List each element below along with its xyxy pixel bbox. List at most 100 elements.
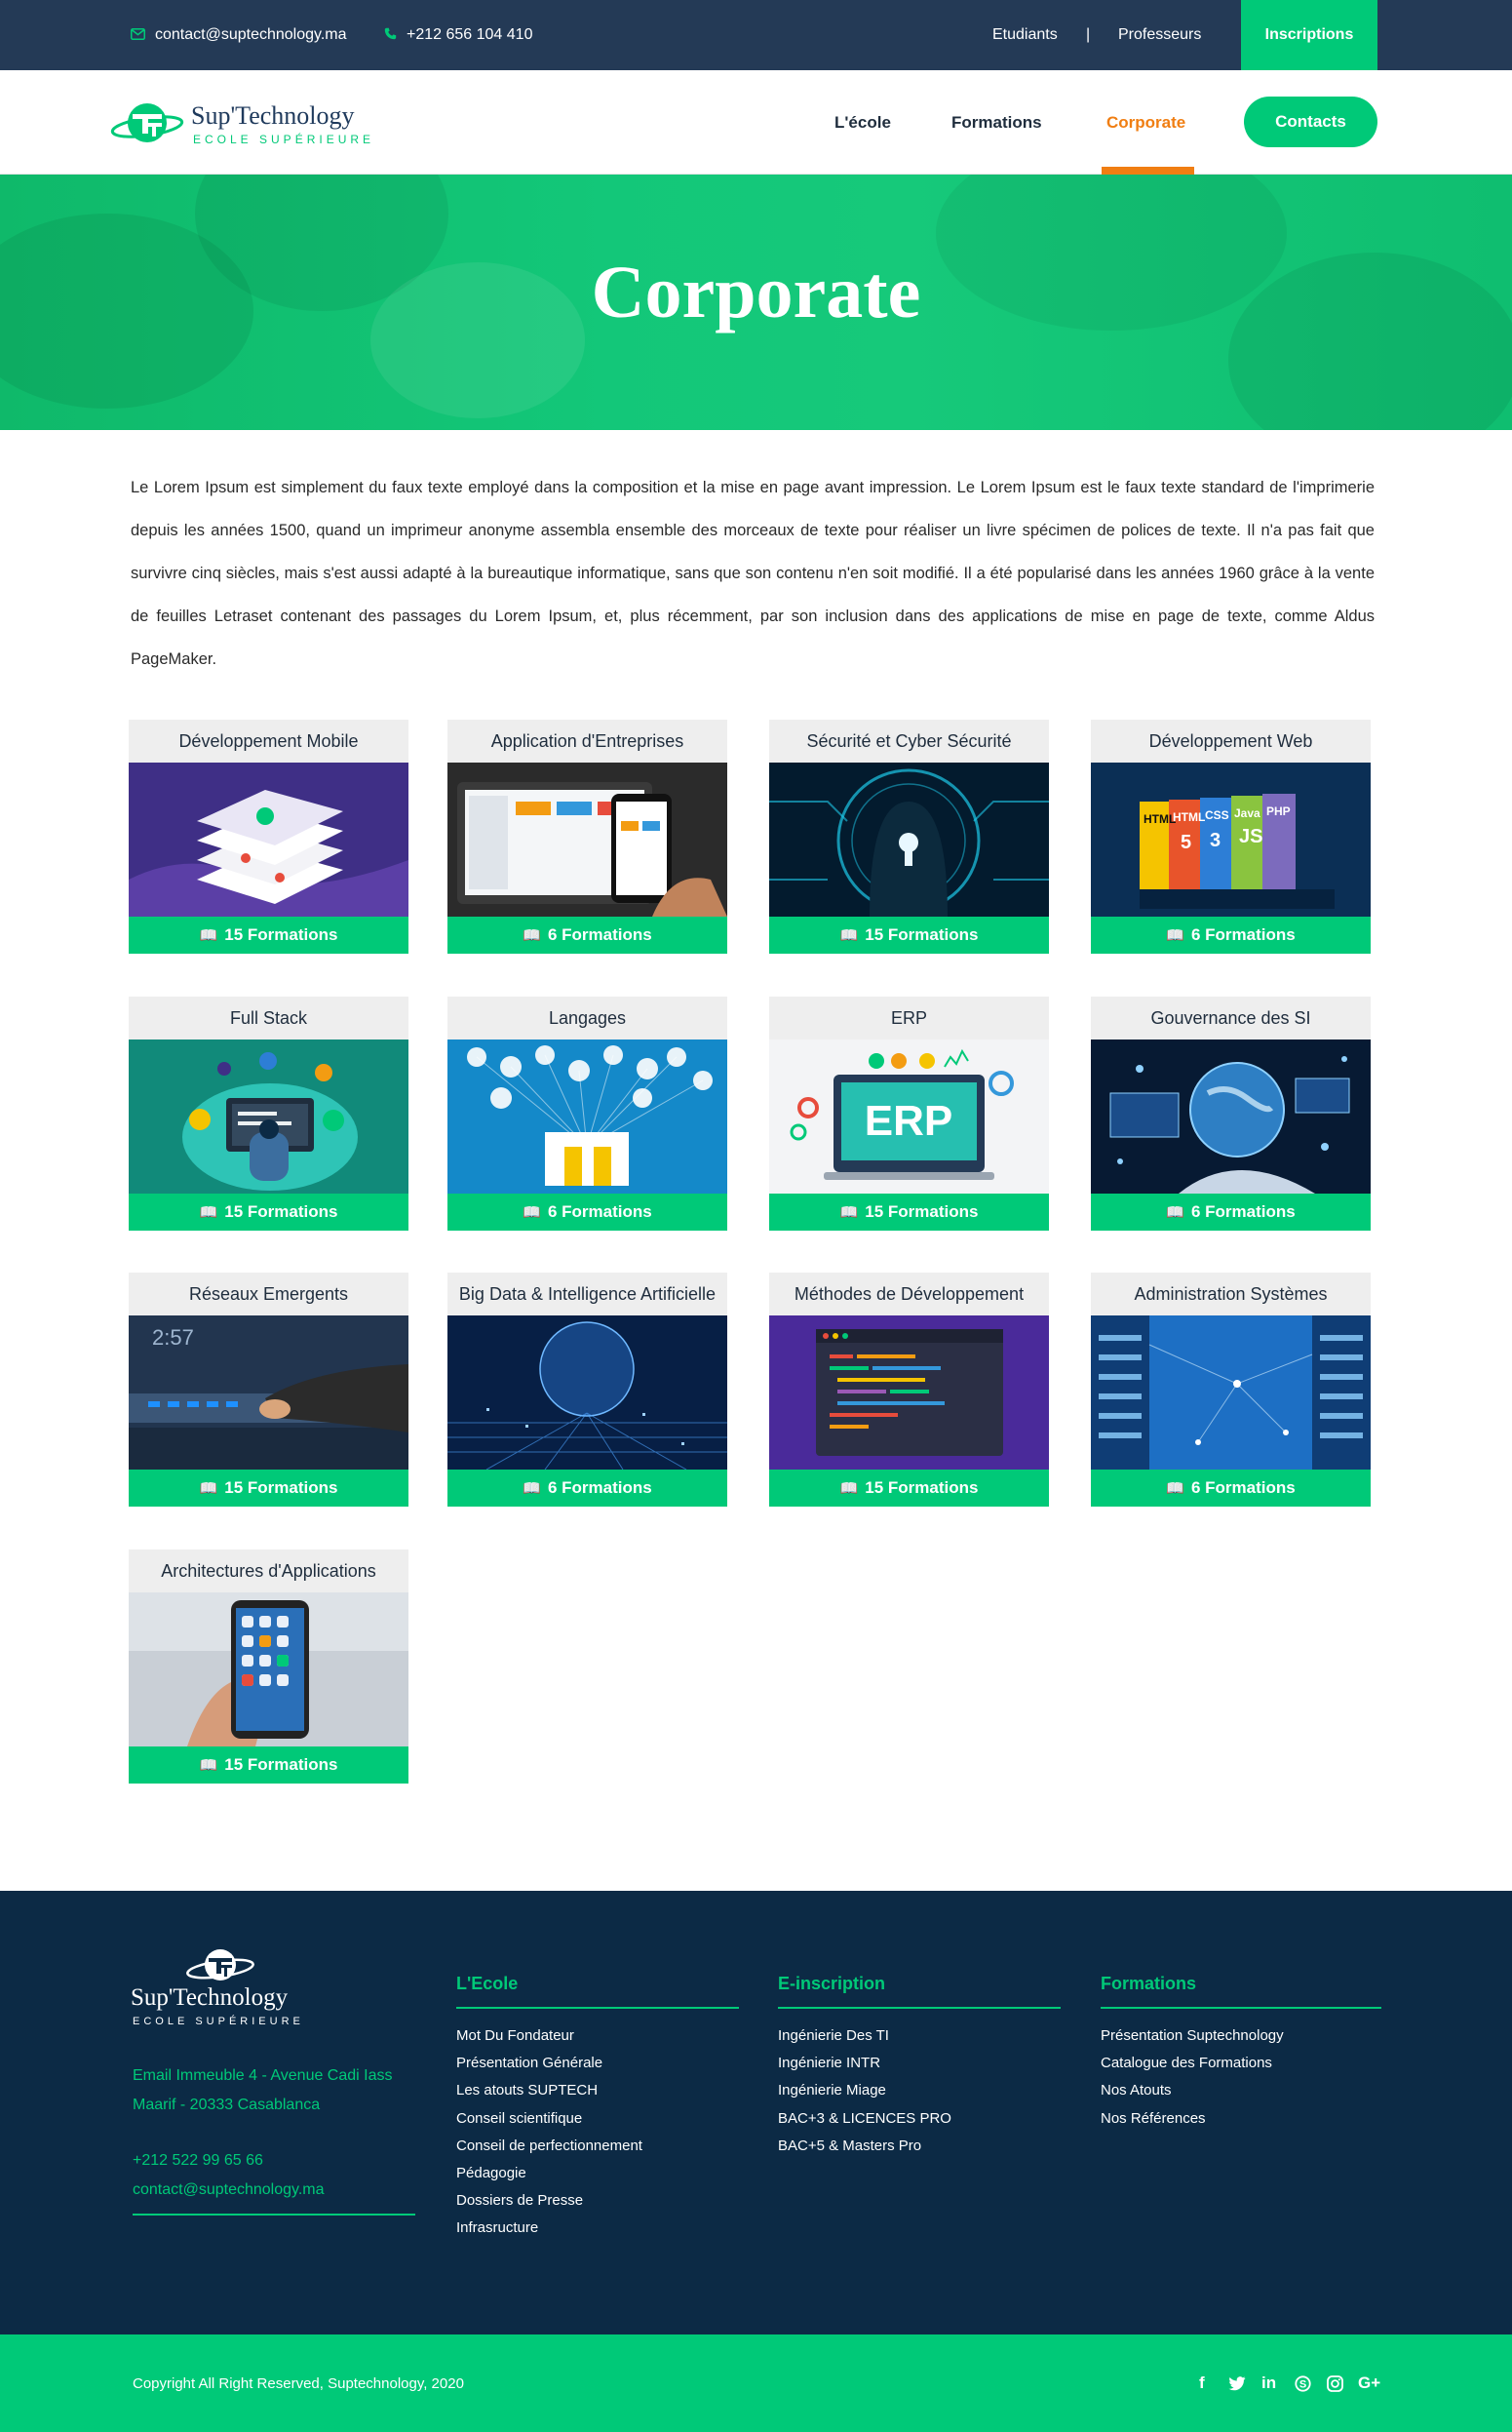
card-developpement-web[interactable]: Développement Web HTML HTML CSS Java PHP…: [1091, 720, 1371, 954]
footer-logo[interactable]: Sup'Technology ECOLE SUPÉRIEURE: [131, 1947, 316, 2035]
card-title: Sécurité et Cyber Sécurité: [769, 720, 1049, 763]
google-plus-icon[interactable]: G+: [1358, 2334, 1380, 2432]
svg-text:HTML: HTML: [1173, 810, 1205, 824]
facebook-icon[interactable]: f: [1199, 2334, 1205, 2432]
card-erp[interactable]: ERP ERP 📖 15 Formations: [769, 997, 1049, 1231]
card-title: ERP: [769, 997, 1049, 1039]
contacts-button[interactable]: Contacts: [1244, 97, 1377, 147]
footer-logo-subtitle: ECOLE SUPÉRIEURE: [133, 2016, 304, 2027]
card-langages[interactable]: Langages 📖 6 Formations: [447, 997, 727, 1231]
svg-text:PHP: PHP: [1266, 804, 1291, 818]
top-email[interactable]: contact@suptechnology.ma: [131, 0, 347, 70]
nav-active-indicator: [1102, 167, 1194, 175]
book-icon: 📖: [1166, 1204, 1184, 1221]
footer-link[interactable]: Catalogue des Formations: [1101, 2050, 1284, 2077]
footer-link[interactable]: Conseil scientifique: [456, 2105, 642, 2133]
card-formations[interactable]: 📖 6 Formations: [1091, 917, 1371, 954]
footer-link[interactable]: Ingénierie Des TI: [778, 2022, 951, 2050]
card-formations[interactable]: 📖 6 Formations: [447, 917, 727, 954]
top-separator: |: [1086, 26, 1091, 43]
card-title: Réseaux Emergents: [129, 1273, 408, 1315]
top-bar: contact@suptechnology.ma +212 656 104 41…: [0, 0, 1512, 70]
card-formations[interactable]: 📖 6 Formations: [447, 1194, 727, 1231]
footer-link[interactable]: Dossiers de Presse: [456, 2187, 642, 2215]
footer-col-ecole-title: L'Ecole: [456, 1974, 519, 1993]
footer-link[interactable]: Nos Atouts: [1101, 2077, 1284, 2104]
card-formations[interactable]: 📖 15 Formations: [129, 917, 408, 954]
card-architectures-applications[interactable]: Architectures d'Applications 📖 15 Formati…: [129, 1549, 408, 1784]
footer-link[interactable]: Présentation Suptechnology: [1101, 2022, 1284, 2050]
card-gouvernance-si[interactable]: Gouvernance des SI 📖 6 Formations: [1091, 997, 1371, 1231]
footer-phone[interactable]: +212 522 99 65 66: [133, 2146, 425, 2176]
footer-link[interactable]: BAC+3 & LICENCES PRO: [778, 2105, 951, 2133]
footer-email[interactable]: contact@suptechnology.ma: [133, 2176, 425, 2205]
book-icon: 📖: [199, 927, 218, 944]
footer-contact: +212 522 99 65 66 contact@suptechnology.…: [133, 2146, 425, 2205]
skype-icon[interactable]: S: [1295, 2334, 1311, 2432]
svg-text:5: 5: [1181, 832, 1191, 853]
card-application-entreprises[interactable]: Application d'Entreprises 📖 6 Formations: [447, 720, 727, 954]
card-administration-systemes[interactable]: Administration Systèmes 📖 6 Formations: [1091, 1273, 1371, 1507]
card-reseaux-emergents[interactable]: Réseaux Emergents 2:57 📖 15 Formations: [129, 1273, 408, 1507]
instagram-icon[interactable]: [1327, 2334, 1343, 2432]
footer-col-divider: [456, 2007, 739, 2009]
card-image: [1091, 1315, 1371, 1470]
nav-corporate[interactable]: Corporate: [1106, 70, 1185, 175]
card-full-stack[interactable]: Full Stack 📖 15 Formations: [129, 997, 408, 1231]
card-big-data-ia[interactable]: Big Data & Intelligence Artificielle 📖 6 …: [447, 1273, 727, 1507]
footer-link[interactable]: Ingénierie INTR: [778, 2050, 951, 2077]
top-email-text: contact@suptechnology.ma: [155, 26, 347, 43]
card-formations[interactable]: 📖 6 Formations: [1091, 1194, 1371, 1231]
site-logo[interactable]: Sup'Technology ECOLE SUPÉRIEURE: [109, 99, 372, 150]
footer-col-divider: [778, 2007, 1061, 2009]
card-image: ERP: [769, 1039, 1049, 1194]
linkedin-icon[interactable]: in: [1261, 2334, 1276, 2432]
card-image: [129, 763, 408, 917]
svg-text:2:57: 2:57: [152, 1325, 194, 1350]
card-formations[interactable]: 📖 6 Formations: [1091, 1470, 1371, 1507]
nav-formations[interactable]: Formations: [951, 70, 1042, 175]
card-formations[interactable]: 📖 15 Formations: [769, 1470, 1049, 1507]
card-formations-count: 15 Formations: [224, 1478, 338, 1497]
logo-subtitle: ECOLE SUPÉRIEURE: [193, 133, 375, 146]
inscriptions-button[interactable]: Inscriptions: [1241, 0, 1377, 70]
footer-link[interactable]: Les atouts SUPTECH: [456, 2077, 642, 2104]
card-image: [769, 1315, 1049, 1470]
footer-link[interactable]: BAC+5 & Masters Pro: [778, 2133, 951, 2160]
svg-text:HTML: HTML: [1144, 812, 1176, 826]
card-image: [129, 1592, 408, 1746]
top-phone[interactable]: +212 656 104 410: [384, 0, 532, 70]
card-formations[interactable]: 📖 15 Formations: [129, 1746, 408, 1784]
link-professeurs[interactable]: Professeurs: [1118, 0, 1201, 70]
card-formations-count: 15 Formations: [865, 925, 979, 944]
page-title: Corporate: [591, 252, 921, 333]
card-developpement-mobile[interactable]: Développement Mobile 📖 15 Formations: [129, 720, 408, 954]
footer-link[interactable]: Infrasructure: [456, 2215, 642, 2242]
book-icon: 📖: [199, 1480, 218, 1497]
book-icon: 📖: [1166, 1480, 1184, 1497]
card-title: Architectures d'Applications: [129, 1549, 408, 1592]
nav-ecole[interactable]: L'école: [834, 70, 891, 175]
copyright-text: Copyright All Right Reserved, Suptechnol…: [133, 2374, 464, 2392]
footer-link[interactable]: Pédagogie: [456, 2160, 642, 2187]
card-methodes-developpement[interactable]: Méthodes de Développement 📖 15 Formations: [769, 1273, 1049, 1507]
footer-link[interactable]: Ingénierie Miage: [778, 2077, 951, 2104]
footer-link[interactable]: Présentation Générale: [456, 2050, 642, 2077]
card-formations[interactable]: 📖 6 Formations: [447, 1470, 727, 1507]
footer-link[interactable]: Mot Du Fondateur: [456, 2022, 642, 2050]
card-formations[interactable]: 📖 15 Formations: [129, 1470, 408, 1507]
card-image: 2:57: [129, 1315, 408, 1470]
footer-link[interactable]: Nos Références: [1101, 2105, 1284, 2133]
footer-link[interactable]: Conseil de perfectionnement: [456, 2133, 642, 2160]
card-formations[interactable]: 📖 15 Formations: [769, 917, 1049, 954]
card-formations[interactable]: 📖 15 Formations: [129, 1194, 408, 1231]
book-icon: 📖: [839, 927, 859, 944]
card-formations-count: 15 Formations: [865, 1202, 979, 1221]
link-etudiants[interactable]: Etudiants: [992, 0, 1058, 70]
twitter-icon[interactable]: [1228, 2334, 1246, 2432]
card-securite-cyber[interactable]: Sécurité et Cyber Sécurité 📖 15 Formation…: [769, 720, 1049, 954]
footer-col-divider: [1101, 2007, 1381, 2009]
svg-text:JS: JS: [1239, 826, 1262, 847]
card-formations[interactable]: 📖 15 Formations: [769, 1194, 1049, 1231]
card-title: Langages: [447, 997, 727, 1039]
